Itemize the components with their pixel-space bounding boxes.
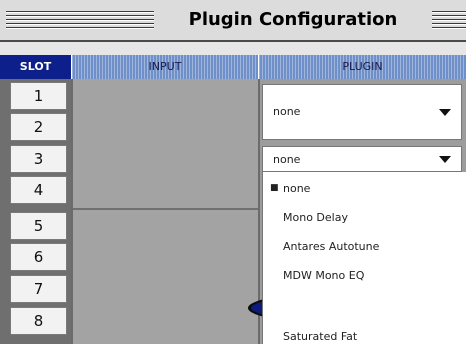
slot-4[interactable]: 4 <box>10 176 67 204</box>
input-divider <box>73 208 260 210</box>
plugin-column-header: PLUGIN <box>258 55 466 79</box>
slot-column-header: SLOT <box>0 55 71 79</box>
input-column-header: INPUT <box>71 55 258 79</box>
menu-item-rta-31[interactable]: RTA 31 <box>263 292 466 321</box>
menu-item-label: MDW Mono EQ <box>283 269 365 282</box>
title-bar-grip-left[interactable] <box>6 9 154 29</box>
menu-item-saturated-fat[interactable]: Saturated Fat <box>263 322 466 344</box>
plugin-select-2[interactable]: none <box>262 146 462 172</box>
menu-item-none[interactable]: ■ none <box>263 174 466 203</box>
chevron-down-icon <box>439 109 451 116</box>
slot-3[interactable]: 3 <box>10 145 67 173</box>
slot-1[interactable]: 1 <box>10 82 67 110</box>
menu-item-label: Mono Delay <box>283 211 348 224</box>
check-mark-icon: ■ <box>270 183 279 193</box>
slot-column: 1 2 3 4 5 6 7 8 <box>0 79 71 344</box>
menu-item-label: Saturated Fat <box>283 330 358 343</box>
menu-item-label: Antares Autotune <box>283 240 380 253</box>
menu-item-mono-delay[interactable]: Mono Delay <box>263 203 466 232</box>
slot-8[interactable]: 8 <box>10 307 67 335</box>
menu-item-mdw-mono-eq[interactable]: MDW Mono EQ <box>263 261 466 290</box>
slot-7[interactable]: 7 <box>10 275 67 303</box>
window-title: Plugin Configuration <box>158 0 428 40</box>
menu-item-label: RTA 31 <box>283 300 321 313</box>
plugin-select-value: none <box>273 153 301 166</box>
menu-item-label: none <box>283 182 311 195</box>
plugin-popup-menu: ■ none Mono Delay Antares Autotune MDW M… <box>262 172 466 344</box>
slot-6[interactable]: 6 <box>10 243 67 271</box>
plugin-configuration-window: Plugin Configuration SLOT INPUT PLUGIN 1… <box>0 0 466 344</box>
menu-item-antares-autotune[interactable]: Antares Autotune <box>263 232 466 261</box>
chevron-down-icon <box>439 156 451 163</box>
title-bar-grip-right[interactable] <box>432 9 466 29</box>
plugin-select-value: none <box>273 105 301 118</box>
slot-5[interactable]: 5 <box>10 212 67 240</box>
input-column <box>71 79 260 344</box>
slot-2[interactable]: 2 <box>10 113 67 141</box>
plugin-select-1[interactable]: none <box>262 84 462 140</box>
title-bar[interactable]: Plugin Configuration <box>0 0 466 42</box>
